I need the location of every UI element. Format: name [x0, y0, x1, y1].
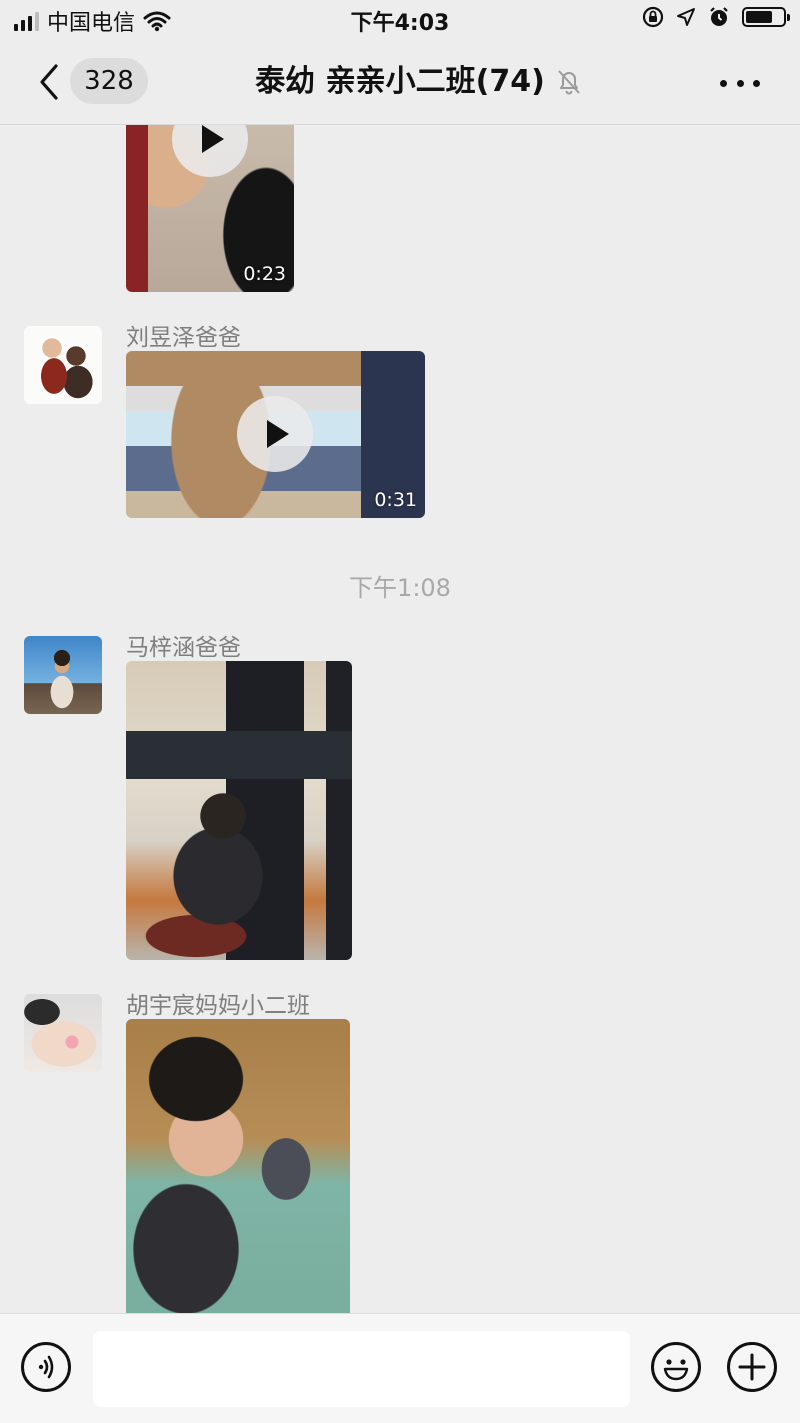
bell-muted-icon: [558, 70, 580, 95]
video-duration: 0:31: [374, 489, 417, 511]
back-button[interactable]: [30, 60, 70, 104]
sender-name: 胡宇宸妈妈小二班: [126, 993, 310, 1019]
video-duration: 0:23: [243, 263, 286, 285]
location-arrow-icon: [677, 8, 695, 26]
emoji-button[interactable]: [651, 1342, 701, 1392]
status-right: [642, 6, 790, 28]
unread-count-badge[interactable]: 328: [70, 58, 148, 104]
voice-button[interactable]: [21, 1342, 71, 1392]
message-input[interactable]: [93, 1331, 630, 1407]
time-divider: 下午1:08: [349, 574, 451, 602]
alarm-icon: [710, 7, 728, 26]
more-dots-icon[interactable]: [720, 68, 760, 98]
play-icon: [237, 396, 313, 472]
chat-header: 328 泰幼 亲亲小二班(74): [0, 40, 800, 125]
message-list[interactable]: 0:23 刘昱泽爸爸 0:31 下午1:08 马梓涵爸爸 胡宇宸妈妈小二班: [0, 125, 800, 1313]
plus-button[interactable]: [727, 1342, 777, 1392]
play-icon: [172, 125, 248, 177]
image-message-thumbnail[interactable]: [126, 1019, 350, 1313]
chevron-left-icon: [40, 64, 58, 100]
status-bar: 中国电信 下午4:03: [0, 0, 800, 40]
video-message-thumbnail[interactable]: 0:23: [126, 125, 294, 292]
voice-icon: [38, 1355, 54, 1379]
avatar[interactable]: [24, 636, 102, 714]
plus-icon: [738, 1353, 766, 1381]
input-bar: [0, 1313, 800, 1423]
sender-name: 马梓涵爸爸: [126, 635, 241, 661]
battery-icon: [742, 7, 790, 27]
emoji-icon: [663, 1359, 689, 1381]
avatar[interactable]: [24, 326, 102, 404]
chat-title: 泰幼 亲亲小二班(74): [255, 64, 545, 99]
orientation-lock-icon: [642, 6, 664, 28]
sender-name: 刘昱泽爸爸: [126, 325, 241, 351]
video-message-thumbnail[interactable]: 0:31: [126, 351, 425, 518]
image-message-thumbnail[interactable]: [126, 661, 352, 960]
avatar[interactable]: [24, 994, 102, 1072]
